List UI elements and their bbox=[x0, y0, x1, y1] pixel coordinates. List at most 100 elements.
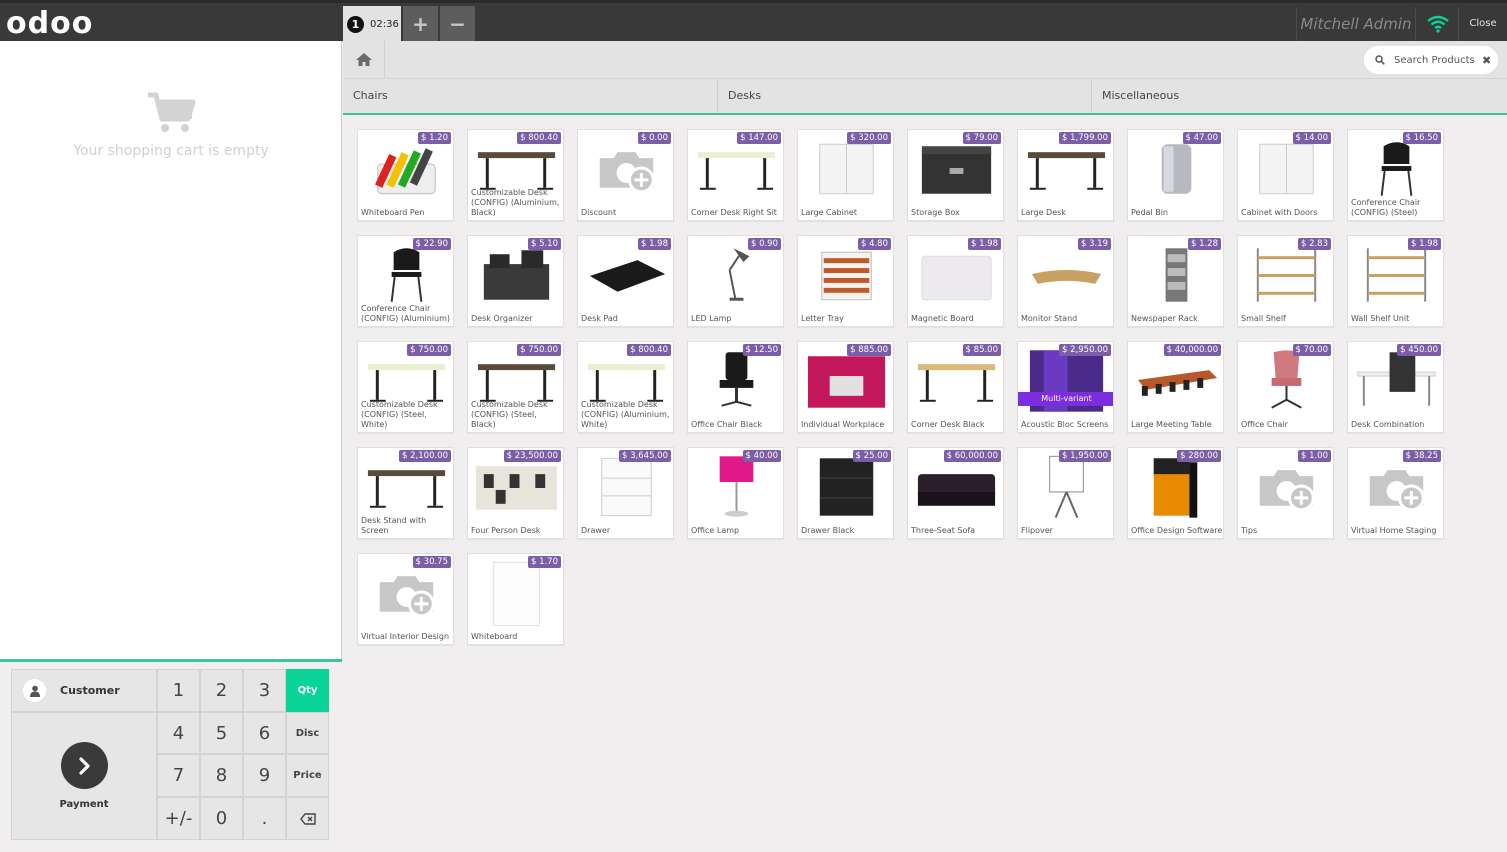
user-name[interactable]: Mitchell Admin bbox=[1296, 7, 1416, 41]
product-price: $ 0.00 bbox=[637, 132, 671, 144]
product-card[interactable]: $ 40,000.00 Large Meeting Table bbox=[1127, 341, 1224, 433]
product-card[interactable]: $ 22.90 Conference Chair (CONFIG) (Alumin… bbox=[357, 235, 454, 327]
numpad-key-1[interactable]: 1 bbox=[157, 669, 200, 712]
product-price: $ 23,500.00 bbox=[503, 450, 561, 462]
product-image bbox=[599, 152, 655, 194]
product-card[interactable]: $ 14.00 Cabinet with Doors bbox=[1237, 129, 1334, 221]
product-card[interactable]: $ 450.00 Desk Combination bbox=[1347, 341, 1444, 433]
price-mode-button[interactable]: Price bbox=[286, 754, 329, 797]
product-card[interactable]: $ 1.70 Whiteboard bbox=[467, 553, 564, 645]
category-miscellaneous[interactable]: Miscellaneous bbox=[1092, 79, 1507, 113]
product-card[interactable]: $ 0.90 LED Lamp bbox=[687, 235, 784, 327]
product-card[interactable]: $ 750.00 Customizable Desk (CONFIG) (Stee… bbox=[467, 341, 564, 433]
numpad-key-3[interactable]: 3 bbox=[243, 669, 286, 712]
numpad-key-6[interactable]: 6 bbox=[243, 712, 286, 754]
product-card[interactable]: $ 3,645.00 Drawer bbox=[577, 447, 674, 539]
clear-search-icon[interactable]: ✖ bbox=[1482, 54, 1491, 67]
customer-button[interactable]: Customer bbox=[11, 669, 157, 712]
product-card[interactable]: $ 70.00 Office Chair bbox=[1237, 341, 1334, 433]
product-card[interactable]: $ 1.20 Whiteboard Pen bbox=[357, 129, 454, 221]
product-card[interactable]: $ 2,950.00 Multi-variant Acoustic Bloc Scr… bbox=[1017, 341, 1114, 433]
numpad-key-0[interactable]: 0 bbox=[200, 797, 243, 840]
user-icon bbox=[23, 679, 46, 702]
product-card[interactable]: $ 25.00 Drawer Black bbox=[797, 447, 894, 539]
add-order-button[interactable]: + bbox=[403, 6, 438, 42]
product-card[interactable]: $ 1.98 Wall Shelf Unit bbox=[1347, 235, 1444, 327]
product-card[interactable]: $ 2.83 Small Shelf bbox=[1237, 235, 1334, 327]
numpad-key-5[interactable]: 5 bbox=[200, 712, 243, 754]
product-price: $ 60,000.00 bbox=[943, 450, 1001, 462]
product-card[interactable]: $ 2,100.00 Desk Stand with Screen bbox=[357, 447, 454, 539]
action-pad: Customer Payment 1 2 3 Qty 4 5 6 Disc 7 … bbox=[0, 659, 342, 852]
payment-button[interactable]: Payment bbox=[11, 712, 157, 840]
decimal-button[interactable]: . bbox=[243, 797, 286, 840]
numpad-key-9[interactable]: 9 bbox=[243, 754, 286, 797]
product-name: Large Cabinet bbox=[801, 208, 857, 217]
product-card[interactable]: $ 38.25 Virtual Home Staging bbox=[1347, 447, 1444, 539]
product-name: Wall Shelf Unit bbox=[1351, 314, 1410, 323]
product-card[interactable]: $ 60,000.00 Three-Seat Sofa bbox=[907, 447, 1004, 539]
product-name: Flipover bbox=[1021, 526, 1053, 535]
product-name: Pedal Bin bbox=[1131, 208, 1168, 217]
product-card[interactable]: $ 800.40 Customizable Desk (CONFIG) (Alum… bbox=[467, 129, 564, 221]
product-card[interactable]: $ 147.00 Corner Desk Right Sit bbox=[687, 129, 784, 221]
qty-mode-button[interactable]: Qty bbox=[286, 669, 329, 712]
search-input[interactable] bbox=[1394, 54, 1480, 66]
product-card[interactable]: $ 12.50 Office Chair Black bbox=[687, 341, 784, 433]
product-price: $ 5.10 bbox=[527, 238, 561, 250]
product-card[interactable]: $ 1.98 Desk Pad bbox=[577, 235, 674, 327]
product-card[interactable]: $ 1.98 Magnetic Board bbox=[907, 235, 1004, 327]
product-card[interactable]: $ 1,950.00 Flipover bbox=[1017, 447, 1114, 539]
product-card[interactable]: $ 47.00 Pedal Bin bbox=[1127, 129, 1224, 221]
category-chairs[interactable]: Chairs bbox=[343, 79, 718, 113]
order-tab[interactable]: 1 02:36 bbox=[343, 6, 401, 42]
product-price: $ 750.00 bbox=[517, 344, 561, 356]
product-card[interactable]: $ 280.00 Office Design Software bbox=[1127, 447, 1224, 539]
product-image bbox=[917, 474, 996, 506]
product-image bbox=[483, 250, 550, 300]
product-card[interactable]: $ 85.00 Corner Desk Black bbox=[907, 341, 1004, 433]
product-card[interactable]: $ 0.00 Discount bbox=[577, 129, 674, 221]
numpad-key-8[interactable]: 8 bbox=[200, 754, 243, 797]
product-card[interactable]: $ 16.50 Conference Chair (CONFIG) (Steel) bbox=[1347, 129, 1444, 221]
product-name: Magnetic Board bbox=[911, 314, 974, 323]
product-card[interactable]: $ 750.00 Customizable Desk (CONFIG) (Stee… bbox=[357, 341, 454, 433]
shopping-cart-icon bbox=[148, 92, 196, 132]
product-card[interactable]: $ 320.00 Large Cabinet bbox=[797, 129, 894, 221]
category-desks[interactable]: Desks bbox=[718, 79, 1092, 113]
product-image bbox=[1357, 352, 1436, 406]
product-price: $ 1.00 bbox=[1297, 450, 1331, 462]
product-name: Office Design Software bbox=[1131, 526, 1223, 535]
disc-mode-button[interactable]: Disc bbox=[286, 712, 329, 754]
product-image bbox=[375, 148, 436, 195]
product-card[interactable]: $ 3.19 Monitor Stand bbox=[1017, 235, 1114, 327]
payment-label: Payment bbox=[59, 799, 109, 810]
close-button[interactable]: Close bbox=[1458, 7, 1507, 41]
home-category-button[interactable] bbox=[343, 41, 385, 78]
product-price: $ 800.40 bbox=[517, 132, 561, 144]
numpad-key-2[interactable]: 2 bbox=[200, 669, 243, 712]
product-card[interactable]: $ 5.10 Desk Organizer bbox=[467, 235, 564, 327]
product-card[interactable]: $ 885.00 Individual Workplace bbox=[797, 341, 894, 433]
product-card[interactable]: $ 1.28 Newspaper Rack bbox=[1127, 235, 1224, 327]
remove-order-button[interactable]: − bbox=[440, 6, 475, 42]
product-price: $ 40,000.00 bbox=[1163, 344, 1221, 356]
product-card[interactable]: $ 1.00 Tips bbox=[1237, 447, 1334, 539]
product-price: $ 2,100.00 bbox=[399, 450, 451, 462]
product-card[interactable]: $ 4.80 Letter Tray bbox=[797, 235, 894, 327]
product-name: Three-Seat Sofa bbox=[911, 526, 976, 535]
numpad-key-4[interactable]: 4 bbox=[157, 712, 200, 754]
product-image bbox=[1259, 470, 1315, 512]
product-card[interactable]: $ 800.40 Customizable Desk (CONFIG) (Alum… bbox=[577, 341, 674, 433]
product-card[interactable]: $ 40.00 Office Lamp bbox=[687, 447, 784, 539]
product-card[interactable]: $ 79.00 Storage Box bbox=[907, 129, 1004, 221]
backspace-button[interactable] bbox=[286, 797, 329, 840]
product-name: Cabinet with Doors bbox=[1241, 208, 1318, 217]
product-image bbox=[1027, 152, 1106, 190]
product-card[interactable]: $ 1,799.00 Large Desk bbox=[1017, 129, 1114, 221]
product-card[interactable]: $ 23,500.00 Four Person Desk bbox=[467, 447, 564, 539]
product-card[interactable]: $ 30.75 Virtual Interior Design bbox=[357, 553, 454, 645]
plus-minus-button[interactable]: +/- bbox=[157, 797, 200, 840]
product-price: $ 2.83 bbox=[1297, 238, 1331, 250]
numpad-key-7[interactable]: 7 bbox=[157, 754, 200, 797]
